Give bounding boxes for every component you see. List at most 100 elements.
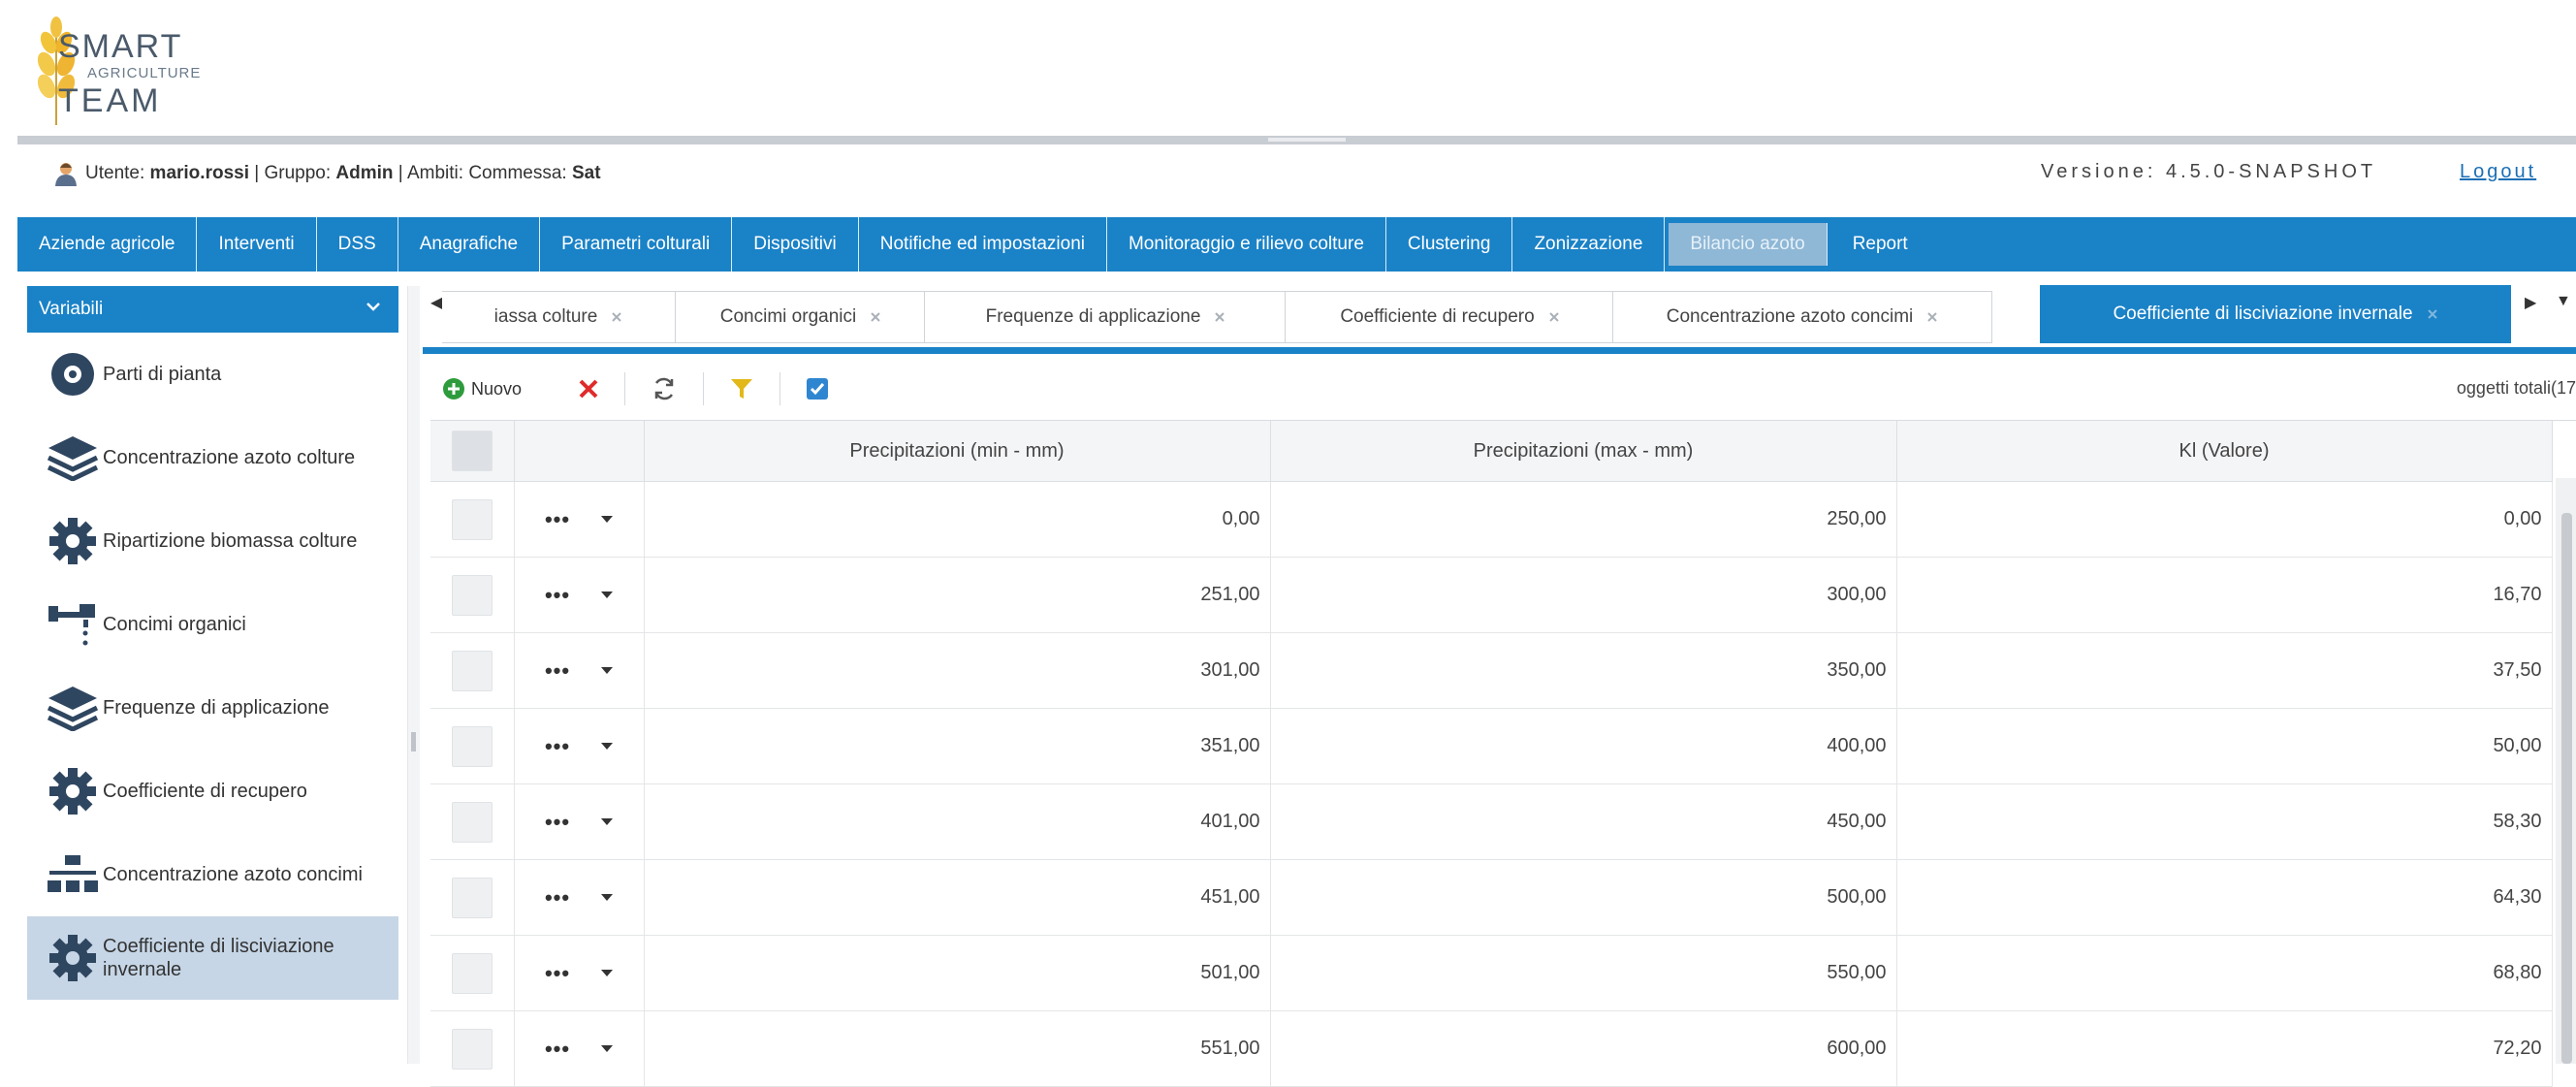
panel-splitter[interactable] [407, 286, 420, 1064]
row-actions[interactable]: ••• [514, 708, 645, 784]
sidebar-item-concentrazione-azoto-colture[interactable]: Concentrazione azoto colture [27, 416, 398, 499]
row-checkbox[interactable] [451, 877, 493, 918]
row-select-cell[interactable] [430, 481, 515, 558]
nav-clustering[interactable]: Clustering [1386, 217, 1513, 272]
table-row[interactable]: ••• 451,00 500,00 64,30 [430, 859, 2553, 936]
row-select-cell[interactable] [430, 859, 515, 936]
row-actions[interactable]: ••• [514, 783, 645, 860]
row-checkbox[interactable] [451, 498, 493, 540]
tab-frequenze[interactable]: Frequenze di applicazione [924, 291, 1288, 343]
logout-link[interactable]: Logout [2460, 161, 2536, 183]
sidebar-item-frequenze[interactable]: Frequenze di applicazione [27, 666, 398, 750]
column-header-min[interactable]: Precipitazioni (min - mm) [644, 421, 1271, 482]
row-select-cell[interactable] [430, 1010, 515, 1087]
tab-scroll-right-icon[interactable]: ▶ [2525, 293, 2536, 312]
row-select-cell[interactable] [430, 783, 515, 860]
nav-dispositivi[interactable]: Dispositivi [732, 217, 859, 272]
row-actions[interactable]: ••• [514, 481, 645, 558]
column-header-value[interactable]: Kl (Valore) [1896, 421, 2553, 482]
table-row[interactable]: ••• 401,00 450,00 58,30 [430, 783, 2553, 860]
row-select-cell[interactable] [430, 708, 515, 784]
sidebar-item-concentrazione-azoto-concimi[interactable]: Concentrazione azoto concimi [27, 833, 398, 916]
close-icon[interactable] [1548, 311, 1560, 323]
close-icon[interactable] [870, 311, 881, 323]
nav-zonizzazione[interactable]: Zonizzazione [1512, 217, 1666, 272]
caret-down-icon[interactable] [601, 516, 614, 523]
row-actions[interactable]: ••• [514, 859, 645, 936]
select-all-cell[interactable] [430, 421, 515, 482]
table-row[interactable]: ••• 551,00 600,00 72,20 [430, 1010, 2553, 1087]
caret-down-icon[interactable] [601, 970, 614, 976]
more-icon[interactable]: ••• [545, 811, 570, 832]
close-icon[interactable] [611, 311, 622, 323]
tab-coefficiente-lisciviazione[interactable]: Coefficiente di lisciviazione invernale [2040, 285, 2511, 343]
nav-monitoraggio[interactable]: Monitoraggio e rilievo colture [1107, 217, 1386, 272]
caret-down-icon[interactable] [601, 818, 614, 825]
row-checkbox[interactable] [451, 1028, 493, 1070]
tab-concimi-organici[interactable]: Concimi organici [675, 291, 927, 343]
refresh-button[interactable] [639, 369, 689, 408]
more-icon[interactable]: ••• [545, 508, 570, 529]
row-checkbox[interactable] [451, 801, 493, 843]
nav-aziende-agricole[interactable]: Aziende agricole [17, 217, 198, 272]
nav-notifiche[interactable]: Notifiche ed impostazioni [859, 217, 1107, 272]
tab-menu-icon[interactable]: ▼ [2556, 293, 2571, 310]
row-actions[interactable]: ••• [514, 935, 645, 1011]
chevron-down-icon[interactable] [366, 299, 381, 314]
more-icon[interactable]: ••• [545, 659, 570, 681]
row-checkbox[interactable] [451, 650, 493, 691]
more-icon[interactable]: ••• [545, 735, 570, 756]
nav-parametri-colturali[interactable]: Parametri colturali [540, 217, 733, 272]
row-checkbox[interactable] [451, 574, 493, 616]
tab-biomassa[interactable]: iassa colture [442, 291, 676, 343]
caret-down-icon[interactable] [601, 894, 614, 901]
header-splitter[interactable] [17, 136, 2576, 144]
nav-bilancio-azoto[interactable]: Bilancio azoto [1669, 223, 1828, 266]
nav-interventi[interactable]: Interventi [197, 217, 317, 272]
splitter-grip[interactable] [1268, 138, 1346, 142]
caret-down-icon[interactable] [601, 743, 614, 750]
nav-anagrafiche[interactable]: Anagrafiche [398, 217, 541, 272]
sidebar-header[interactable]: Variabili [27, 286, 398, 333]
splitter-handle[interactable] [411, 732, 416, 751]
table-row[interactable]: ••• 301,00 350,00 37,50 [430, 632, 2553, 709]
close-icon[interactable] [2427, 308, 2438, 320]
tab-scroll-left-icon[interactable]: ◀ [430, 293, 442, 312]
table-row[interactable]: ••• 0,00 250,00 0,00 [430, 481, 2553, 558]
scrollbar-thumb[interactable] [2561, 513, 2572, 1064]
more-icon[interactable]: ••• [545, 584, 570, 605]
table-row[interactable]: ••• 501,00 550,00 68,80 [430, 935, 2553, 1011]
close-icon[interactable] [1926, 311, 1938, 323]
row-select-cell[interactable] [430, 632, 515, 709]
new-button[interactable]: Nuovo [430, 369, 533, 408]
caret-down-icon[interactable] [601, 591, 614, 598]
row-actions[interactable]: ••• [514, 557, 645, 633]
select-all-button[interactable] [794, 369, 841, 408]
caret-down-icon[interactable] [601, 667, 614, 674]
close-icon[interactable] [1214, 311, 1225, 323]
caret-down-icon[interactable] [601, 1045, 614, 1052]
row-select-cell[interactable] [430, 935, 515, 1011]
delete-button[interactable] [566, 369, 611, 408]
grid-scrollbar[interactable] [2556, 478, 2576, 1064]
more-icon[interactable]: ••• [545, 886, 570, 908]
sidebar-item-concimi-organici[interactable]: Concimi organici [27, 583, 398, 666]
more-icon[interactable]: ••• [545, 1038, 570, 1059]
sidebar-item-parti-di-pianta[interactable]: Parti di pianta [27, 333, 398, 416]
sidebar-item-ripartizione-biomassa[interactable]: Ripartizione biomassa colture [27, 499, 398, 583]
tab-concentrazione-azoto-concimi[interactable]: Concentrazione azoto concimi [1612, 291, 1992, 343]
row-checkbox[interactable] [451, 725, 493, 767]
sidebar-item-coefficiente-recupero[interactable]: Coefficiente di recupero [27, 750, 398, 833]
column-header-max[interactable]: Precipitazioni (max - mm) [1270, 421, 1897, 482]
row-select-cell[interactable] [430, 557, 515, 633]
tab-coefficiente-recupero[interactable]: Coefficiente di recupero [1285, 291, 1615, 343]
filter-button[interactable] [717, 369, 766, 408]
sidebar-item-coefficiente-lisciviazione[interactable]: Coefficiente di lisciviazione invernale [27, 916, 398, 1000]
more-icon[interactable]: ••• [545, 962, 570, 983]
select-all-checkbox[interactable] [451, 431, 493, 471]
nav-dss[interactable]: DSS [317, 217, 398, 272]
row-checkbox[interactable] [451, 952, 493, 994]
nav-report[interactable]: Report [1831, 217, 1929, 272]
table-row[interactable]: ••• 351,00 400,00 50,00 [430, 708, 2553, 784]
row-actions[interactable]: ••• [514, 632, 645, 709]
